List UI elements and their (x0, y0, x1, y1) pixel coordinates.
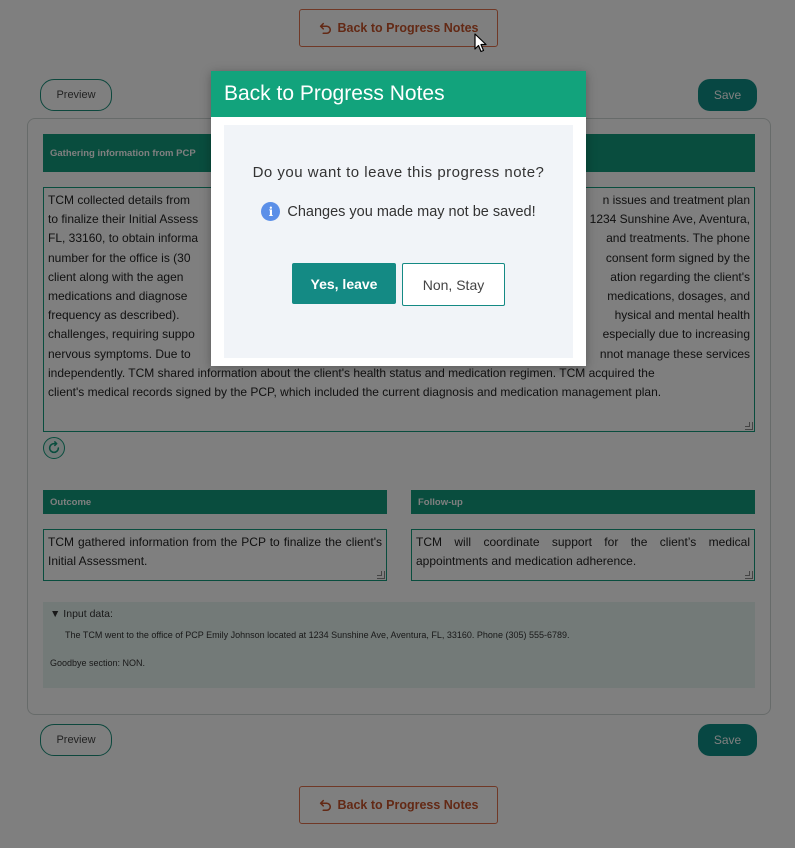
info-icon: i (261, 202, 281, 221)
modal-warning: i Changes you made may not be saved! (224, 202, 573, 221)
modal-question: Do you want to leave this progress note? (252, 164, 545, 181)
stay-button[interactable]: Non, Stay (402, 263, 505, 306)
mouse-cursor-icon (474, 33, 487, 53)
modal-title: Back to Progress Notes (211, 71, 586, 117)
leave-confirmation-modal: Back to Progress Notes Do you want to le… (211, 71, 586, 366)
warning-text: Changes you made may not be saved! (287, 203, 536, 220)
modal-body: Do you want to leave this progress note?… (224, 125, 573, 358)
yes-leave-button[interactable]: Yes, leave (292, 263, 396, 304)
